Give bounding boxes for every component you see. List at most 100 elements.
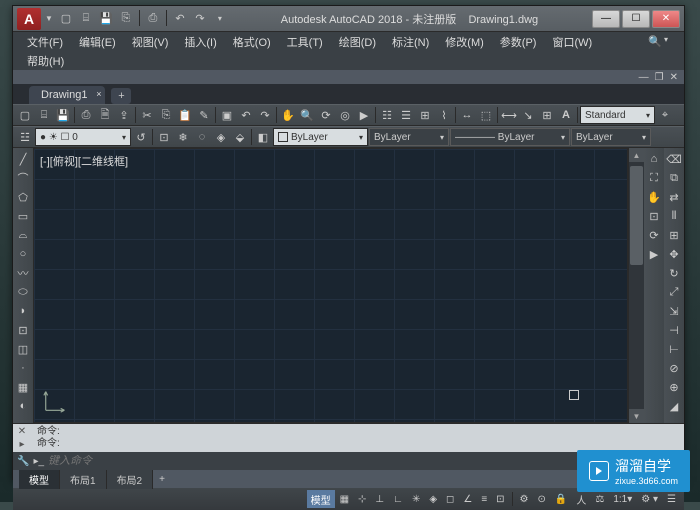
nav-orbit-icon[interactable]: ⟳ (645, 226, 663, 244)
tb-cut-icon[interactable]: ✂ (138, 106, 156, 124)
tb-paste-icon[interactable]: 📋 (176, 106, 194, 124)
nav-zoom-ext-icon[interactable]: ⊡ (645, 207, 663, 225)
sb-ws-switch-icon[interactable]: ⚙ ▾ (637, 490, 662, 508)
erase-icon[interactable]: ⌫ (665, 150, 683, 168)
sb-anno-scale-icon[interactable]: 🔒 (551, 490, 571, 508)
undo-icon[interactable]: ↶ (171, 10, 189, 28)
move-icon[interactable]: ✥ (665, 245, 683, 263)
sb-anno-auto-icon[interactable]: 人 (572, 490, 590, 508)
save-icon[interactable]: 💾 (97, 10, 115, 28)
style-combo[interactable]: Standard▾ (580, 106, 655, 124)
color-combo[interactable]: ByLayer▾ (273, 128, 368, 146)
tb-redo-icon[interactable]: ↷ (256, 106, 274, 124)
save-as-icon[interactable]: ⎘ (117, 10, 135, 28)
tb-zoom-icon[interactable]: 🔍 (298, 106, 316, 124)
lineweight-combo[interactable]: ———— ByLayer▾ (450, 128, 570, 146)
minimize-button[interactable]: — (592, 10, 620, 28)
drawing-canvas[interactable]: [-][俯视][二维线框] (33, 148, 628, 423)
menu-view[interactable]: 视图(V) (124, 32, 177, 52)
layer-match-icon[interactable]: ⬙ (231, 128, 249, 146)
layout-tab-model[interactable]: 模型 (19, 470, 60, 489)
layout-tab-1[interactable]: 布局1 (60, 470, 107, 489)
sb-otrack-icon[interactable]: ∠ (459, 490, 476, 508)
tb-dist-icon[interactable]: ↔ (458, 106, 476, 124)
tb-text-icon[interactable]: A (557, 106, 575, 124)
file-tab-add[interactable]: + (111, 88, 131, 104)
circle-icon[interactable]: ○ (14, 245, 32, 263)
layer-state-combo[interactable]: ● ☀ ☐ 0▾ (35, 128, 131, 146)
file-tab-drawing1[interactable]: Drawing1 × (29, 86, 105, 104)
rectangle-icon[interactable]: ▭ (14, 207, 32, 225)
wrench-icon[interactable]: 🔧 (17, 456, 29, 467)
tb-publish-icon[interactable]: ⇪ (115, 106, 133, 124)
menu-format[interactable]: 格式(O) (225, 32, 279, 52)
array-icon[interactable]: ⊞ (665, 226, 683, 244)
tb-plot-icon[interactable]: ⎙ (77, 106, 95, 124)
tb-preview-icon[interactable]: 🗎 (96, 106, 114, 124)
layer-make-icon[interactable]: ◈ (212, 128, 230, 146)
redo-icon[interactable]: ↷ (191, 10, 209, 28)
color-btn[interactable]: ◧ (254, 128, 272, 146)
tb-save-icon[interactable]: 💾 (54, 106, 72, 124)
menu-window[interactable]: 窗口(W) (544, 32, 600, 52)
tb-match-icon[interactable]: ✎ (195, 106, 213, 124)
tb-leader-icon[interactable]: ↘ (519, 106, 537, 124)
close-button[interactable]: ✕ (652, 10, 680, 28)
ellipse-arc-icon[interactable]: ◗ (14, 302, 32, 320)
viewport-label[interactable]: [-][俯视][二维线框] (40, 153, 128, 169)
line-icon[interactable]: ╱ (14, 150, 32, 168)
tb-orbit-icon[interactable]: ⟳ (317, 106, 335, 124)
scroll-up-icon[interactable]: ▲ (629, 148, 644, 162)
menu-dimension[interactable]: 标注(N) (384, 32, 437, 52)
arc-icon[interactable]: ⌓ (14, 226, 32, 244)
tb-undo-icon[interactable]: ↶ (237, 106, 255, 124)
layout-tab-2[interactable]: 布局2 (107, 470, 154, 489)
sb-osnap-icon[interactable]: ◻ (442, 490, 458, 508)
trim-icon[interactable]: ⊣ (665, 321, 683, 339)
copy-obj-icon[interactable]: ⧉ (665, 169, 683, 187)
menu-draw[interactable]: 绘图(D) (331, 32, 384, 52)
layer-freeze-icon[interactable]: ❄ (174, 128, 192, 146)
vertical-scrollbar[interactable]: ▲ ▼ (628, 148, 644, 423)
sb-snap-icon[interactable]: ⊹ (354, 490, 370, 508)
nav-full-icon[interactable]: ⛶ (645, 169, 663, 187)
tb-steer-icon[interactable]: ◎ (336, 106, 354, 124)
offset-icon[interactable]: ⫴ (665, 207, 683, 225)
gradient-icon[interactable]: ◐ (14, 397, 32, 415)
tb-style-icon[interactable]: ⌖ (656, 106, 674, 124)
tb-props-icon[interactable]: ☷ (378, 106, 396, 124)
app-menu-arrow-icon[interactable]: ▼ (45, 14, 53, 23)
sb-grid-icon[interactable]: ▦ (336, 490, 353, 508)
nav-home-icon[interactable]: ⌂ (645, 150, 663, 168)
doc-close-icon[interactable]: ✕ (670, 72, 678, 83)
sb-ortho-icon[interactable]: ∟ (389, 490, 407, 508)
sb-cust-icon[interactable]: ☰ (663, 490, 680, 508)
spline-icon[interactable]: 〰 (14, 264, 32, 282)
sb-anno-vis-icon[interactable]: ⚖ (591, 490, 608, 508)
sb-lwt-icon[interactable]: ≡ (477, 490, 491, 508)
tb-sheet-icon[interactable]: ☰ (397, 106, 415, 124)
menu-file[interactable]: 文件(F) (19, 32, 71, 52)
sb-ws-icon[interactable]: ⚙ (516, 490, 533, 508)
open-icon[interactable]: ⌸ (77, 10, 95, 28)
app-menu-button[interactable]: A (17, 8, 41, 30)
ellipse-icon[interactable]: ⬭ (14, 283, 32, 301)
cmd-recent-icon[interactable]: ▸ (19, 439, 24, 450)
sb-anno-mon-icon[interactable]: ⊙ (534, 490, 550, 508)
menu-edit[interactable]: 编辑(E) (71, 32, 124, 52)
menu-tools[interactable]: 工具(T) (279, 32, 331, 52)
layer-iso-icon[interactable]: ⊡ (155, 128, 173, 146)
nav-pan-icon[interactable]: ✋ (645, 188, 663, 206)
break-icon[interactable]: ⊘ (665, 359, 683, 377)
hatch-icon[interactable]: ▦ (14, 378, 32, 396)
tb-new-icon[interactable]: ▢ (16, 106, 34, 124)
sb-polar-icon[interactable]: ✳ (408, 490, 424, 508)
point-icon[interactable]: · (14, 359, 32, 377)
plotstyle-combo[interactable]: ByLayer▾ (571, 128, 651, 146)
menu-modify[interactable]: 修改(M) (437, 32, 492, 52)
search-icon[interactable]: 🔍 (648, 35, 662, 49)
tb-copy-icon[interactable]: ⎘ (157, 106, 175, 124)
doc-restore-icon[interactable]: ❐ (655, 72, 664, 83)
tb-showmotion-icon[interactable]: ▶ (355, 106, 373, 124)
tb-calc-icon[interactable]: ⌇ (435, 106, 453, 124)
